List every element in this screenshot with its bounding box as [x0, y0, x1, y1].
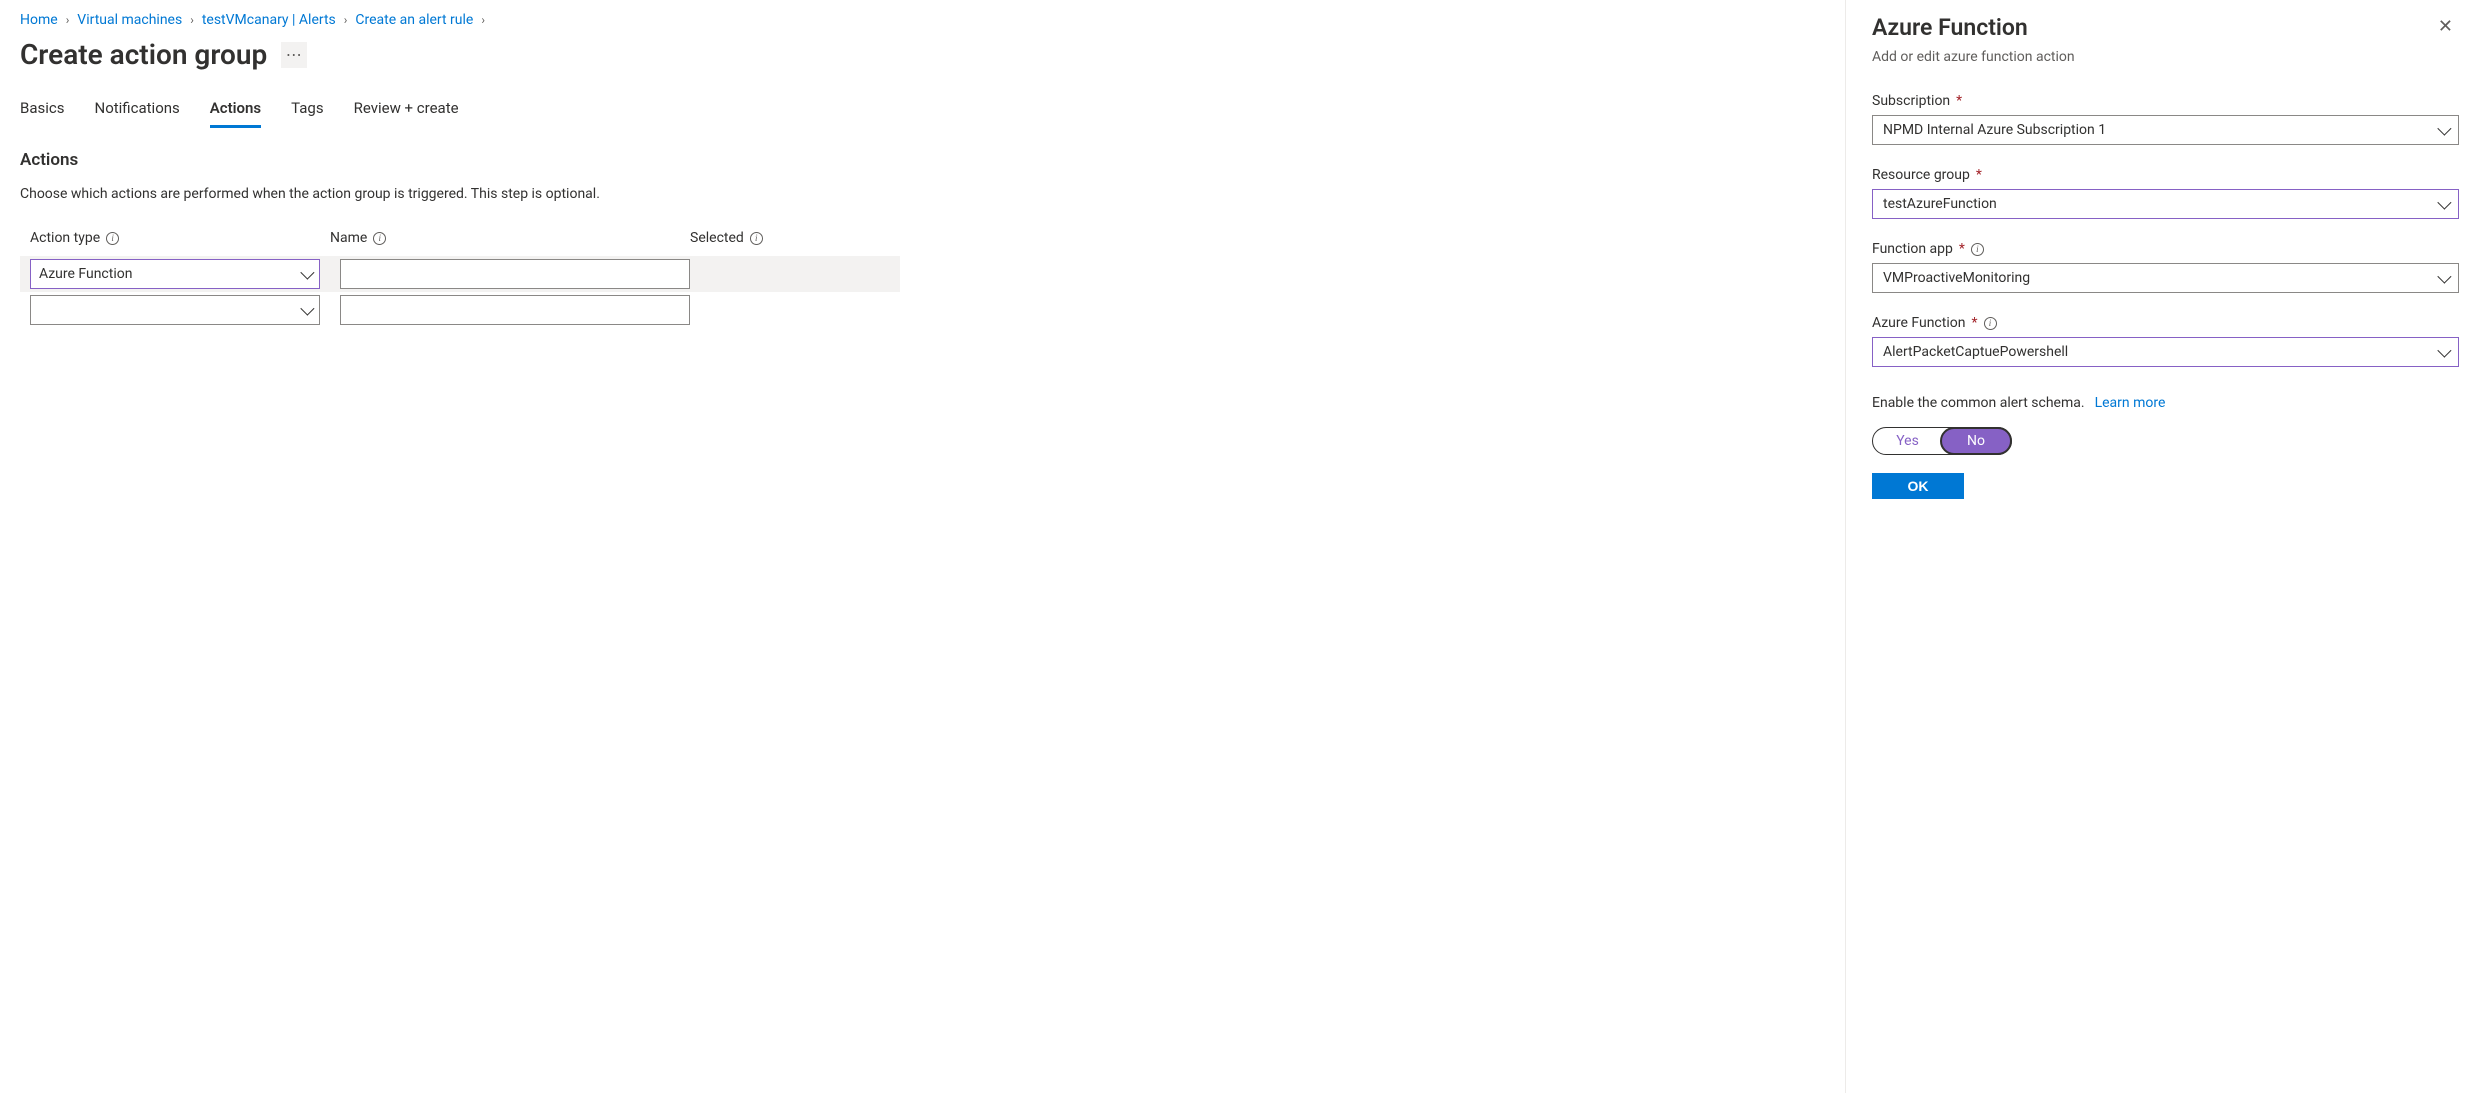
function-app-value: VMProactiveMonitoring [1883, 270, 2030, 286]
breadcrumb-create-alert-rule[interactable]: Create an alert rule [355, 12, 473, 28]
column-header-name: Name i [330, 230, 690, 246]
action-type-value: Azure Function [39, 266, 132, 282]
resource-group-value: testAzureFunction [1883, 196, 1997, 212]
tab-review-create[interactable]: Review + create [354, 93, 459, 128]
common-alert-schema-label: Enable the common alert schema. [1872, 395, 2085, 411]
chevron-right-icon: › [66, 13, 70, 27]
column-header-label: Name [330, 230, 367, 246]
close-icon: ✕ [2438, 16, 2453, 37]
column-header-label: Action type [30, 230, 100, 246]
field-label: Azure Function [1872, 315, 1965, 331]
label-azure-function: Azure Function * i [1872, 315, 2459, 331]
learn-more-link[interactable]: Learn more [2095, 395, 2166, 411]
label-function-app: Function app * i [1872, 241, 2459, 257]
info-icon[interactable]: i [106, 232, 119, 245]
column-header-selected: Selected i [690, 230, 890, 246]
chevron-down-icon [2437, 270, 2451, 284]
breadcrumb: Home › Virtual machines › testVMcanary |… [20, 8, 1825, 38]
chevron-right-icon: › [344, 13, 348, 27]
close-button[interactable]: ✕ [2432, 14, 2459, 39]
section-heading-actions: Actions [20, 150, 1825, 170]
actions-table: Action type i Name i Selected i Azure Fu… [20, 230, 900, 328]
action-name-input[interactable] [340, 259, 690, 289]
ellipsis-icon: ⋯ [286, 45, 303, 64]
field-label: Subscription [1872, 93, 1950, 109]
azure-function-select[interactable]: AlertPacketCaptuePowershell [1872, 337, 2459, 367]
side-panel-azure-function: Azure Function ✕ Add or edit azure funct… [1845, 0, 2485, 1093]
chevron-right-icon: › [190, 13, 194, 27]
common-alert-schema-toggle[interactable]: Yes No [1872, 427, 2012, 455]
required-icon: * [1959, 241, 1965, 257]
chevron-down-icon [300, 266, 314, 280]
ok-button[interactable]: OK [1872, 473, 1964, 499]
chevron-right-icon: › [481, 13, 485, 27]
label-resource-group: Resource group * [1872, 167, 2459, 183]
toggle-no[interactable]: No [1940, 427, 2012, 455]
table-row [20, 292, 900, 328]
info-icon[interactable]: i [373, 232, 386, 245]
tab-actions[interactable]: Actions [210, 93, 261, 128]
chevron-down-icon [2437, 344, 2451, 358]
panel-subtitle: Add or edit azure function action [1872, 49, 2459, 65]
tab-basics[interactable]: Basics [20, 93, 65, 128]
column-header-label: Selected [690, 230, 744, 246]
chevron-down-icon [300, 302, 314, 316]
chevron-down-icon [2437, 196, 2451, 210]
label-subscription: Subscription * [1872, 93, 2459, 109]
info-icon[interactable]: i [750, 232, 763, 245]
subscription-select[interactable]: NPMD Internal Azure Subscription 1 [1872, 115, 2459, 145]
breadcrumb-vm-alerts[interactable]: testVMcanary | Alerts [202, 12, 336, 28]
resource-group-select[interactable]: testAzureFunction [1872, 189, 2459, 219]
info-icon[interactable]: i [1984, 317, 1997, 330]
breadcrumb-virtual-machines[interactable]: Virtual machines [77, 12, 182, 28]
required-icon: * [1971, 315, 1977, 331]
action-name-input[interactable] [340, 295, 690, 325]
tab-tags[interactable]: Tags [291, 93, 323, 128]
azure-function-value: AlertPacketCaptuePowershell [1883, 344, 2068, 360]
action-type-select[interactable] [30, 295, 320, 325]
section-description: Choose which actions are performed when … [20, 186, 1825, 202]
required-icon: * [1956, 93, 1962, 109]
panel-title: Azure Function [1872, 14, 2028, 41]
chevron-down-icon [2437, 122, 2451, 136]
subscription-value: NPMD Internal Azure Subscription 1 [1883, 122, 2106, 138]
required-icon: * [1976, 167, 1982, 183]
info-icon[interactable]: i [1971, 243, 1984, 256]
tab-notifications[interactable]: Notifications [95, 93, 180, 128]
toggle-yes[interactable]: Yes [1873, 428, 1942, 454]
page-title: Create action group [20, 38, 267, 71]
more-button[interactable]: ⋯ [281, 42, 307, 68]
field-label: Resource group [1872, 167, 1970, 183]
column-header-action-type: Action type i [30, 230, 330, 246]
action-type-select[interactable]: Azure Function [30, 259, 320, 289]
tabs: Basics Notifications Actions Tags Review… [20, 93, 1825, 128]
table-row: Azure Function [20, 256, 900, 292]
field-label: Function app [1872, 241, 1953, 257]
breadcrumb-home[interactable]: Home [20, 12, 58, 28]
function-app-select[interactable]: VMProactiveMonitoring [1872, 263, 2459, 293]
